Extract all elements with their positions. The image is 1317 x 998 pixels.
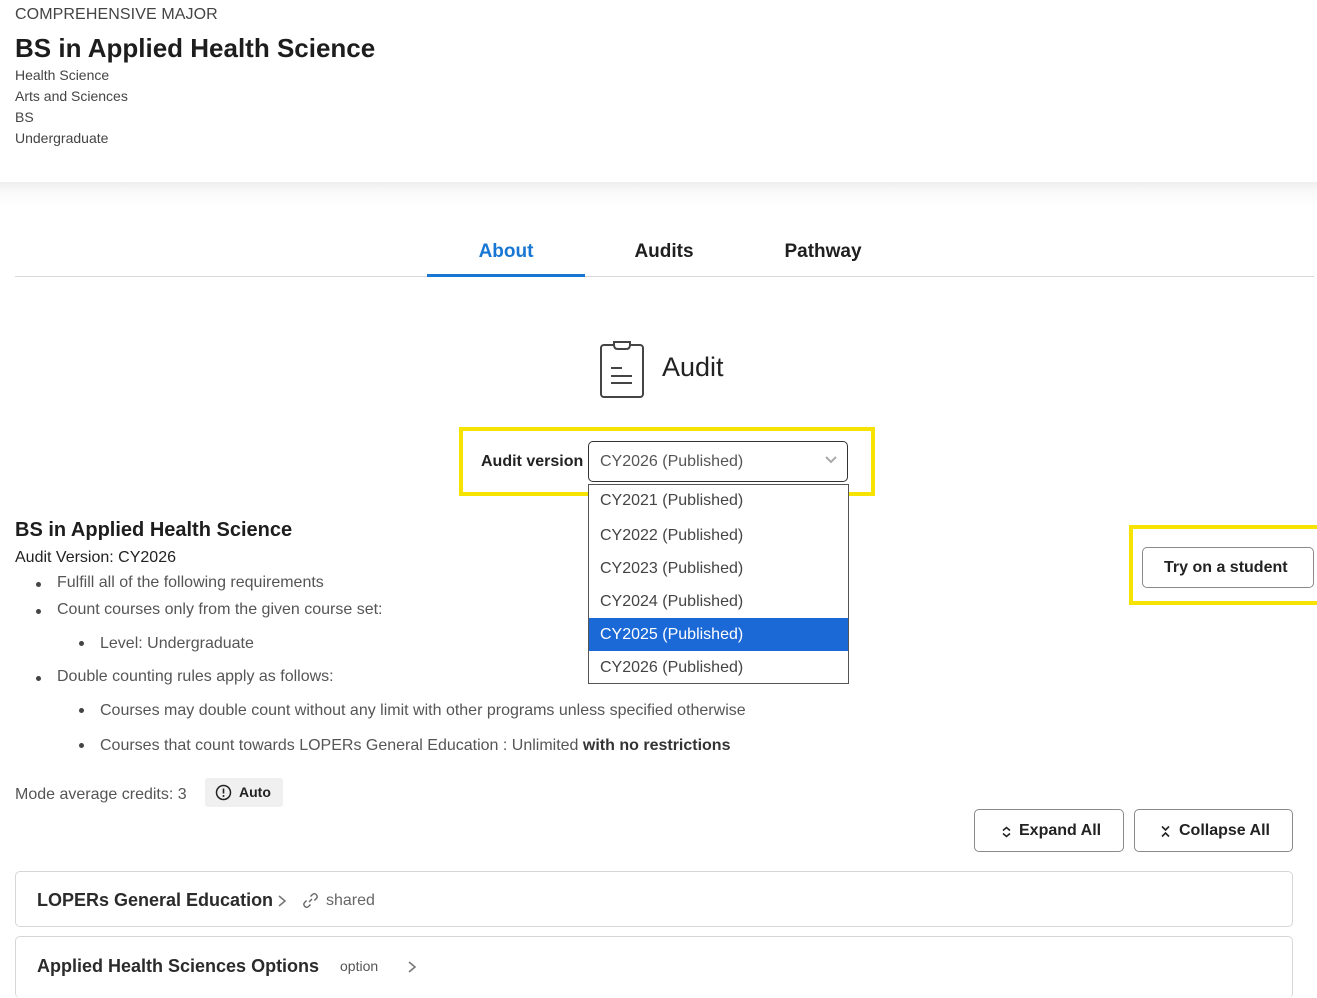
mode-average-credits: Mode average credits: 3 [15, 786, 187, 803]
program-level: Undergraduate [15, 130, 109, 146]
version-option-cy2024[interactable]: CY2024 (Published) [589, 585, 848, 618]
program-degree: BS [15, 109, 34, 125]
header-divider [0, 182, 1317, 206]
bullet-dot [79, 708, 84, 713]
active-tab-indicator [427, 274, 585, 277]
auto-badge-label: Auto [239, 784, 271, 800]
requirement-bullet: Count courses only from the given course… [57, 601, 383, 618]
bullet-dot [36, 609, 41, 614]
gen-ed-rule: Courses that count towards LOPERs Genera… [100, 737, 730, 755]
tab-about[interactable]: About [427, 240, 585, 276]
audit-version-select[interactable]: CY2026 (Published) [588, 441, 848, 482]
option-tag: option [340, 958, 379, 974]
link-icon [303, 893, 318, 908]
bullet-dot [36, 676, 41, 681]
collapse-icon [1161, 825, 1170, 838]
program-type-label: COMPREHENSIVE MAJOR [15, 6, 218, 23]
program-requirements-title: BS in Applied Health Science [15, 519, 293, 541]
collapse-all-label: Collapse All [1179, 822, 1270, 839]
section-applied-health-sciences-options[interactable]: Applied Health Sciences Options option [15, 936, 1293, 998]
chevron-right-icon [278, 895, 287, 907]
collapse-all-button[interactable]: Collapse All [1134, 809, 1293, 852]
chevron-right-icon [408, 961, 417, 973]
auto-badge: Auto [205, 778, 283, 807]
gen-ed-rule-emphasis: with no restrictions [582, 737, 731, 754]
program-college: Arts and Sciences [15, 88, 128, 104]
audit-version-line: Audit Version: CY2026 [15, 549, 176, 566]
page-title: BS in Applied Health Science [15, 33, 376, 63]
section-title: Applied Health Sciences Options [37, 956, 320, 976]
requirement-sub-bullet: Level: Undergraduate [100, 635, 254, 652]
expand-all-button[interactable]: Expand All [974, 809, 1124, 852]
bullet-dot [79, 641, 84, 646]
audit-version-label: Audit version [481, 453, 584, 470]
version-option-cy2022[interactable]: CY2022 (Published) [589, 519, 848, 552]
requirement-bullet: Double counting rules apply as follows: [57, 668, 334, 685]
expand-all-label: Expand All [1019, 822, 1102, 839]
clipboard-icon [600, 341, 644, 398]
chevron-down-icon [825, 456, 837, 464]
shared-tag: shared [326, 892, 375, 909]
audit-version-value: CY2026 (Published) [600, 453, 744, 470]
version-option-cy2023[interactable]: CY2023 (Published) [589, 552, 848, 585]
tab-audits[interactable]: Audits [600, 240, 728, 276]
audit-heading: Audit [662, 352, 724, 382]
program-department: Health Science [15, 67, 110, 83]
bullet-dot [36, 582, 41, 587]
tabs-divider [15, 276, 1314, 277]
version-option-cy2021[interactable]: CY2021 (Published) [589, 485, 848, 517]
expand-icon [1002, 826, 1011, 838]
try-on-student-label: Try on a student [1164, 559, 1288, 576]
tab-pathway[interactable]: Pathway [758, 240, 888, 276]
version-option-cy2025[interactable]: CY2025 (Published) [589, 618, 848, 651]
section-title: LOPERs General Education [37, 890, 274, 910]
try-on-student-button[interactable]: Try on a student [1142, 547, 1314, 588]
info-circle-icon [215, 784, 232, 801]
bullet-dot [79, 743, 84, 748]
gen-ed-rule-text: Courses that count towards LOPERs Genera… [100, 737, 583, 754]
requirement-bullet: Fulfill all of the following requirement… [57, 574, 324, 591]
section-lopers-general-education[interactable]: LOPERs General Education shared [15, 871, 1293, 927]
double-count-rule: Courses may double count without any lim… [100, 702, 746, 719]
version-option-cy2026[interactable]: CY2026 (Published) [589, 651, 848, 683]
audit-version-dropdown: CY2021 (Published) CY2022 (Published) CY… [588, 484, 849, 684]
